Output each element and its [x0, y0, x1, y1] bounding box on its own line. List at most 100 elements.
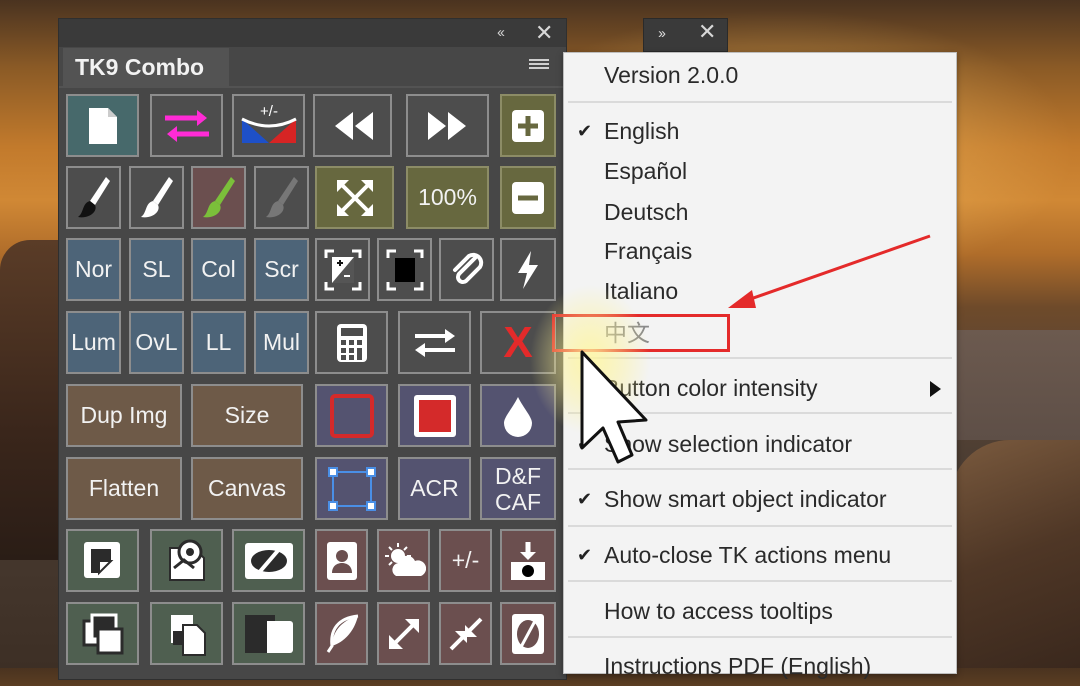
- subtract-button[interactable]: [500, 166, 556, 229]
- feather-icon: [326, 614, 358, 653]
- fill-red-button[interactable]: [398, 384, 471, 447]
- layer-from-selection-button[interactable]: [150, 529, 223, 592]
- flatten-button[interactable]: Flatten: [66, 457, 182, 520]
- selection-transform-button[interactable]: [315, 457, 388, 520]
- dodge-burn-button[interactable]: D&F CAF: [480, 457, 556, 520]
- collapse-panel-button[interactable]: ‹‹: [497, 24, 505, 41]
- invert-mask-button[interactable]: [500, 602, 556, 665]
- menu-separator: [568, 101, 952, 103]
- swap-layers-button[interactable]: [150, 94, 223, 157]
- attach-button[interactable]: [439, 238, 494, 301]
- blend-soft-light-button[interactable]: SL: [129, 238, 184, 301]
- weather-button[interactable]: [377, 529, 430, 592]
- tab-divider: [59, 86, 566, 88]
- camera-raw-label: ACR: [410, 475, 459, 501]
- zoom-100-button[interactable]: 100%: [406, 166, 489, 229]
- exchange-button[interactable]: [398, 311, 471, 374]
- expand-panel-button[interactable]: ››: [658, 25, 666, 42]
- menu-item-lang-spanish[interactable]: Español: [564, 151, 956, 191]
- brush-icon: [77, 176, 110, 217]
- blend-multiply-label: Mul: [262, 329, 301, 355]
- fit-screen-button[interactable]: [315, 166, 394, 229]
- color-balance-button[interactable]: +/-: [232, 94, 305, 157]
- canvas-size-button[interactable]: Canvas: [191, 457, 303, 520]
- background-rock-left: [0, 240, 62, 560]
- white-brush-button[interactable]: [129, 166, 184, 229]
- image-size-button[interactable]: Size: [191, 384, 303, 447]
- duplicate-image-button[interactable]: Dup Img: [66, 384, 182, 447]
- droplet-button[interactable]: [480, 384, 556, 447]
- background-rock-right: [950, 440, 1080, 668]
- delete-button[interactable]: X: [480, 311, 556, 374]
- menu-item-show-selection-indicator[interactable]: ✔ Show selection indicator: [564, 424, 956, 464]
- menu-item-auto-close[interactable]: ✔ Auto-close TK actions menu: [564, 535, 956, 575]
- blend-linear-light-label: LL: [205, 329, 232, 355]
- merge-down-button[interactable]: [500, 529, 556, 592]
- menu-item-lang-french[interactable]: Français: [564, 231, 956, 271]
- checkmark-icon: ✔: [577, 489, 593, 509]
- new-document-button[interactable]: [66, 94, 139, 157]
- red-square-icon: [413, 394, 456, 437]
- minus-square-icon: [512, 181, 544, 214]
- blend-screen-button[interactable]: Scr: [254, 238, 309, 301]
- menu-item-lang-italian[interactable]: Italiano: [564, 271, 956, 311]
- new-layer-icon: [83, 541, 120, 578]
- exposure-button[interactable]: [315, 238, 370, 301]
- duplicate-image-label: Dup Img: [80, 402, 168, 428]
- canvas-size-label: Canvas: [208, 475, 286, 501]
- dodge-burn-label-line1: D&F: [495, 462, 541, 489]
- blend-multiply-button[interactable]: Mul: [254, 311, 309, 374]
- blend-normal-button[interactable]: Nor: [66, 238, 121, 301]
- menu-item-show-smart-object-indicator[interactable]: ✔ Show smart object indicator: [564, 479, 956, 519]
- black-frame-button[interactable]: [377, 238, 432, 301]
- plus-minus-button[interactable]: +/-: [439, 529, 492, 592]
- blend-color-button[interactable]: Col: [191, 238, 246, 301]
- checkmark-icon: ✔: [577, 121, 593, 141]
- black-brush-button[interactable]: [66, 166, 121, 229]
- menu-item-tooltips[interactable]: How to access tooltips: [564, 591, 956, 631]
- green-brush-button[interactable]: [191, 166, 246, 229]
- menu-item-lang-german[interactable]: Deutsch: [564, 192, 956, 232]
- contract-button[interactable]: [439, 602, 492, 665]
- exchange-arrows-icon: [414, 328, 455, 357]
- stack-layers-button[interactable]: [66, 602, 139, 665]
- close-collapsed-panel-button[interactable]: ✕: [698, 19, 716, 45]
- menu-item-button-color-intensity[interactable]: Button color intensity: [564, 368, 956, 408]
- panel-menu-icon[interactable]: [529, 59, 549, 73]
- add-button[interactable]: [500, 94, 556, 157]
- camera-raw-button[interactable]: ACR: [398, 457, 471, 520]
- fast-forward-button[interactable]: [406, 94, 489, 157]
- submenu-arrow-icon: [930, 381, 941, 397]
- calculator-button[interactable]: [315, 311, 388, 374]
- portrait-button[interactable]: [315, 529, 368, 592]
- split-view-button[interactable]: [232, 602, 305, 665]
- panel-title-bar: ‹‹ ✕: [59, 19, 566, 47]
- blend-linear-light-button[interactable]: LL: [191, 311, 246, 374]
- delete-x-label: X: [503, 317, 533, 367]
- menu-separator: [568, 580, 952, 582]
- menu-item-instructions-pdf[interactable]: Instructions PDF (English): [564, 646, 956, 686]
- hide-layer-button[interactable]: [232, 529, 305, 592]
- slashed-circle-icon: [512, 613, 544, 654]
- expand-arrows-icon: [336, 179, 373, 216]
- grey-brush-button[interactable]: [254, 166, 309, 229]
- rewind-button[interactable]: [313, 94, 392, 157]
- blend-luminosity-button[interactable]: Lum: [66, 311, 121, 374]
- menu-item-lang-english[interactable]: ✔ English: [564, 111, 956, 151]
- close-panel-button[interactable]: ✕: [535, 20, 553, 46]
- stacked-squares-icon: [82, 613, 123, 654]
- new-layer-button[interactable]: [66, 529, 139, 592]
- blend-overlay-button[interactable]: OvL: [129, 311, 184, 374]
- quick-action-button[interactable]: [500, 238, 556, 301]
- expand-button[interactable]: [377, 602, 430, 665]
- feather-button[interactable]: [315, 602, 368, 665]
- calculator-icon: [336, 323, 367, 362]
- copy-page-button[interactable]: [150, 602, 223, 665]
- split-view-icon: [244, 614, 293, 653]
- panel-flyout-menu: Version 2.0.0 ✔ English Español Deutsch F…: [563, 52, 957, 679]
- panel-tab-tk9-combo[interactable]: TK9 Combo: [63, 48, 229, 86]
- foreground-color-button[interactable]: [315, 384, 388, 447]
- droplet-icon: [504, 396, 532, 437]
- exposure-icon: [324, 249, 361, 290]
- checkmark-icon: ✔: [577, 434, 593, 454]
